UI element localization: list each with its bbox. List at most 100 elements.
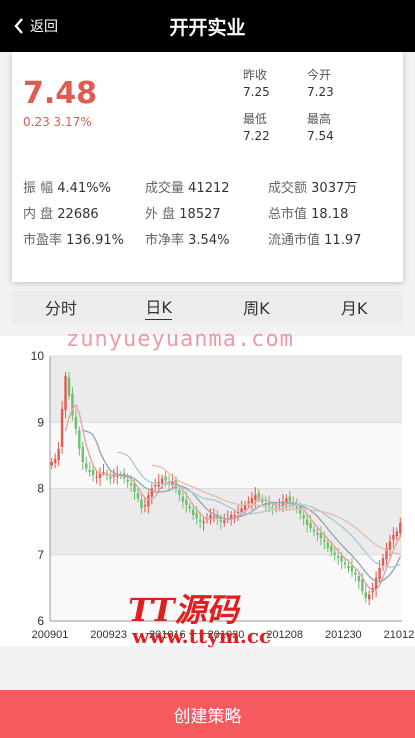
candle-body bbox=[147, 495, 150, 507]
watermark-top: zunyueyuanma.com bbox=[66, 327, 294, 352]
candle-body bbox=[399, 522, 402, 533]
candle-body bbox=[198, 519, 202, 522]
stat-value: 18.18 bbox=[311, 207, 349, 222]
stat-label: 流通市值 bbox=[268, 233, 321, 248]
candle-body bbox=[368, 594, 371, 600]
candle-body bbox=[312, 529, 316, 532]
candle-body bbox=[388, 541, 392, 550]
candle-body bbox=[354, 572, 357, 575]
candle-body bbox=[250, 498, 254, 504]
grid-band bbox=[50, 422, 402, 489]
candle-body bbox=[309, 522, 312, 529]
candle-body bbox=[74, 416, 78, 429]
candle-body bbox=[333, 552, 336, 555]
candle-body bbox=[247, 501, 250, 504]
stat-value: 22686 bbox=[57, 207, 99, 222]
candle-body bbox=[126, 479, 129, 482]
stat-value: 41212 bbox=[188, 181, 230, 196]
candle-body bbox=[350, 566, 354, 572]
candle-body bbox=[78, 430, 81, 449]
candle-body bbox=[67, 377, 71, 396]
tab-label: 月K bbox=[340, 299, 368, 318]
stat-label: 成交额 bbox=[268, 181, 308, 196]
candle-body bbox=[81, 446, 84, 462]
candle-body bbox=[233, 515, 236, 517]
stat-value: 3037万 bbox=[311, 181, 358, 196]
candle-body bbox=[330, 546, 333, 552]
stat-label: 市盈率 bbox=[23, 233, 63, 248]
candle-body bbox=[288, 496, 292, 502]
app-header: 返回 开开实业 bbox=[0, 0, 415, 52]
candle-body bbox=[154, 485, 157, 487]
price-change: 0.23 3.17% bbox=[23, 115, 92, 129]
candle-body bbox=[136, 493, 140, 499]
candle-body bbox=[378, 568, 381, 580]
prev-close: 昨收 7.25 bbox=[243, 67, 270, 101]
candle-body bbox=[243, 505, 247, 510]
stat-label: 成交量 bbox=[145, 181, 185, 196]
stat-value: 3.54% bbox=[188, 233, 230, 248]
candle-body bbox=[271, 506, 274, 508]
tab-daily-k[interactable]: 日K bbox=[110, 291, 208, 323]
candle-body bbox=[202, 521, 205, 523]
candle-body bbox=[91, 469, 95, 476]
stat-item: 市净率 3.54% bbox=[145, 229, 229, 248]
candle-body bbox=[302, 515, 305, 519]
tab-label: 日K bbox=[145, 294, 172, 320]
candle-body bbox=[295, 506, 298, 509]
candle-body bbox=[150, 488, 154, 497]
candle-body bbox=[257, 493, 260, 499]
stat-value: 11.97 bbox=[324, 233, 362, 248]
back-label: 返回 bbox=[30, 19, 58, 35]
low-price: 最低 7.22 bbox=[243, 111, 270, 145]
high-label: 最高 bbox=[307, 112, 332, 126]
candle-body bbox=[316, 532, 319, 535]
stat-value: 4.41%% bbox=[57, 181, 111, 196]
tab-label: 周K bbox=[243, 299, 270, 318]
candle-body bbox=[219, 519, 223, 522]
stat-label: 市净率 bbox=[145, 233, 185, 248]
chart-tabs: 分时 日K 周K 月K bbox=[12, 291, 403, 323]
candle-body bbox=[98, 473, 102, 478]
candle-body bbox=[261, 499, 264, 502]
x-tick-label: 210122 bbox=[384, 629, 415, 641]
tab-label: 分时 bbox=[44, 299, 77, 318]
tab-monthly-k[interactable]: 月K bbox=[305, 291, 403, 323]
candle-body bbox=[254, 495, 257, 500]
candle-body bbox=[347, 566, 350, 568]
stat-item: 市盈率 136.91% bbox=[23, 229, 124, 248]
back-button[interactable]: 返回 bbox=[14, 0, 58, 52]
stat-item: 内 盘 22686 bbox=[23, 203, 99, 222]
stat-label: 内 盘 bbox=[23, 207, 54, 222]
low-value: 7.22 bbox=[243, 129, 270, 143]
stat-item: 振 幅 4.41%% bbox=[23, 177, 111, 196]
candle-body bbox=[343, 562, 347, 565]
stat-label: 总市值 bbox=[268, 207, 308, 222]
candle-body bbox=[143, 505, 147, 507]
candle-body bbox=[181, 496, 185, 502]
candle-body bbox=[160, 478, 164, 484]
tab-minute[interactable]: 分时 bbox=[12, 291, 110, 323]
open-value: 7.23 bbox=[307, 85, 334, 99]
candle-body bbox=[188, 506, 191, 509]
candle-body bbox=[305, 519, 309, 525]
y-tick-label: 9 bbox=[37, 415, 44, 429]
candle-body bbox=[102, 471, 105, 473]
candle-body bbox=[178, 489, 181, 496]
candle-body bbox=[85, 463, 88, 469]
stat-label: 振 幅 bbox=[23, 181, 54, 196]
stat-item: 成交额 3037万 bbox=[268, 177, 357, 196]
tab-weekly-k[interactable]: 周K bbox=[208, 291, 306, 323]
high-value: 7.54 bbox=[307, 129, 334, 143]
x-tick-label: 200901 bbox=[32, 629, 69, 641]
candle-body bbox=[164, 476, 167, 481]
low-label: 最低 bbox=[243, 112, 268, 126]
candle-body bbox=[319, 532, 323, 539]
candle-body bbox=[171, 481, 174, 485]
candle-body bbox=[140, 499, 143, 509]
grid-band bbox=[50, 488, 402, 555]
watermark-url: www.ttym.cc bbox=[132, 624, 272, 648]
candle-body bbox=[364, 592, 367, 598]
stat-item: 成交量 41212 bbox=[145, 177, 230, 196]
create-strategy-button[interactable]: 创建策略 bbox=[0, 690, 415, 738]
